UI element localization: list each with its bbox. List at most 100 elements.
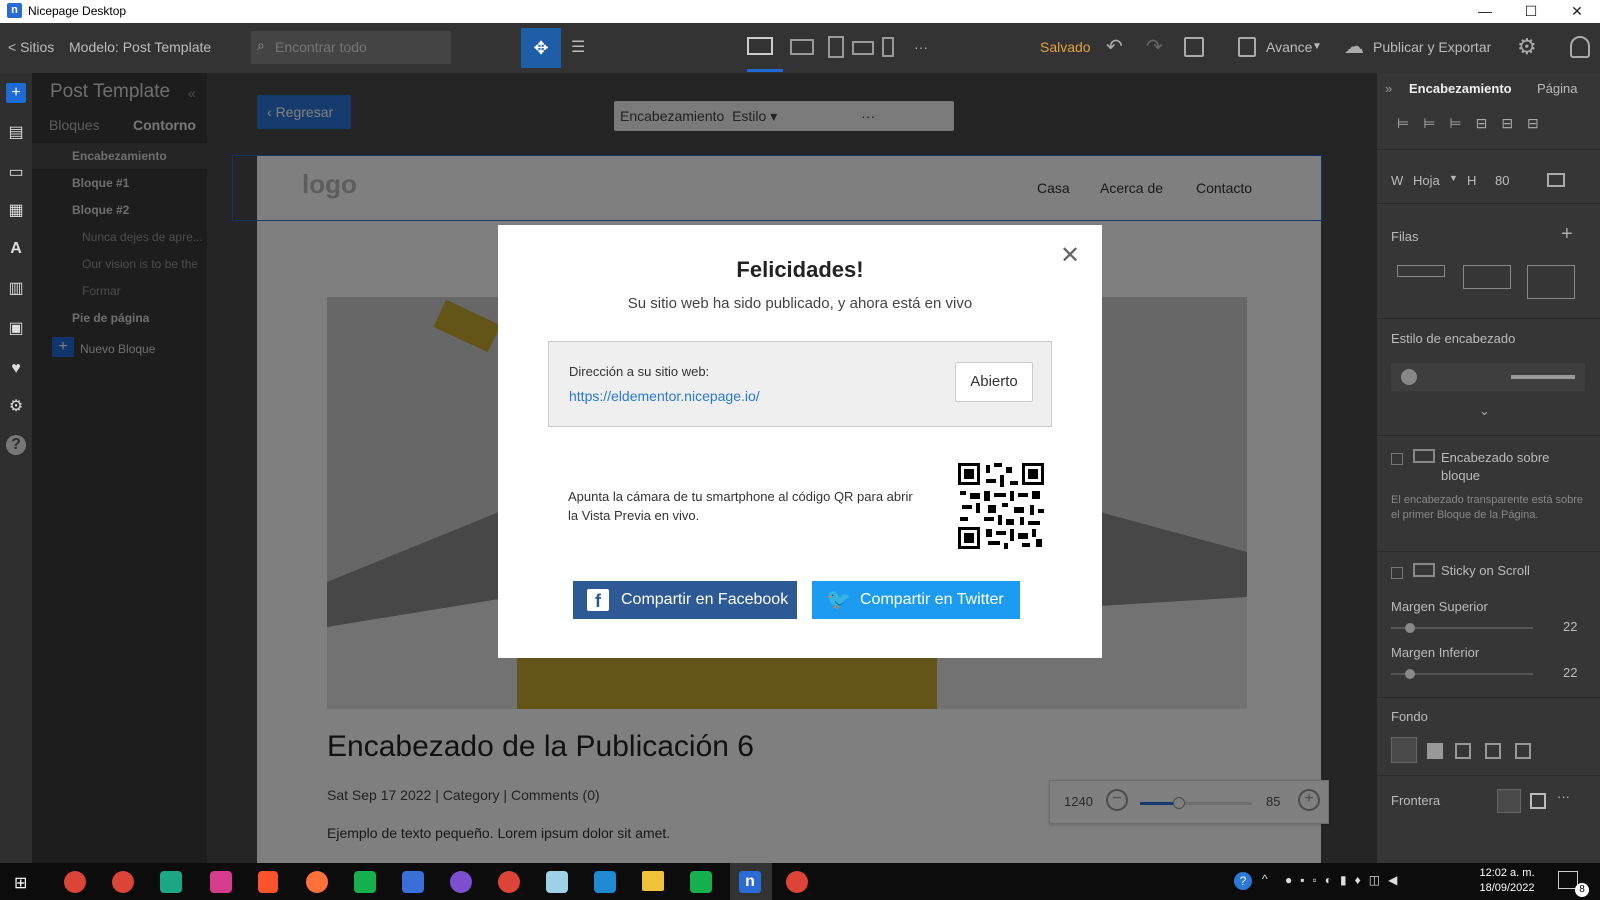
margin-bottom-handle[interactable] xyxy=(1405,669,1415,679)
row-layout-3[interactable] xyxy=(1527,265,1575,299)
border-solid-icon[interactable] xyxy=(1530,793,1546,809)
github-icon[interactable] xyxy=(450,871,472,893)
width-select[interactable]: Hoja xyxy=(1413,173,1440,188)
undo-icon[interactable]: ↶ xyxy=(1106,23,1123,73)
user-account-icon[interactable] xyxy=(1570,36,1590,58)
chrome-app-icon[interactable] xyxy=(498,871,520,893)
nicepage-taskbar-icon[interactable]: n xyxy=(739,871,761,893)
row-layout-1[interactable] xyxy=(1397,265,1445,277)
app-green2-icon[interactable] xyxy=(354,871,376,893)
bg-video-icon[interactable] xyxy=(1515,743,1531,759)
over-block-label[interactable]: Encabezado sobre bloque xyxy=(1441,449,1591,485)
blocks-icon[interactable]: ▦ xyxy=(6,201,26,221)
open-site-button[interactable]: Abierto xyxy=(955,362,1033,402)
responsive-height-icon[interactable] xyxy=(1547,173,1565,187)
width-dropdown-icon[interactable]: ▼ xyxy=(1449,173,1458,183)
settings-gear-icon[interactable]: ⚙ xyxy=(1517,23,1537,73)
height-input[interactable]: 80 xyxy=(1495,173,1509,188)
publish-export-button[interactable]: Publicar y Exportar xyxy=(1373,23,1491,73)
notification-count-badge: 8 xyxy=(1575,883,1589,897)
share-twitter-button[interactable]: 🐦 Compartir en Twitter xyxy=(812,581,1020,619)
qr-code-image xyxy=(958,463,1044,549)
brave-icon[interactable] xyxy=(258,871,278,893)
bg-color-icon[interactable] xyxy=(1427,743,1443,759)
search-input[interactable] xyxy=(275,39,445,55)
cloud-upload-icon[interactable]: ☁ xyxy=(1344,23,1364,73)
margin-bottom-value[interactable]: 22 xyxy=(1563,665,1577,680)
preview-button[interactable]: Avance xyxy=(1266,23,1312,73)
margin-top-value[interactable]: 22 xyxy=(1563,619,1577,634)
app-pink-icon[interactable] xyxy=(210,871,232,893)
chrome-icon[interactable] xyxy=(64,871,86,893)
qr-instructions: Apunta la cámara de tu smartphone al cód… xyxy=(568,489,913,523)
bg-gradient-icon[interactable] xyxy=(1455,743,1471,759)
favorites-heart-icon[interactable]: ♥ xyxy=(6,359,26,379)
rows-label: Filas xyxy=(1391,229,1419,244)
separator xyxy=(1377,203,1600,204)
layout-icon[interactable]: ▥ xyxy=(6,279,26,299)
tray-expand-icon[interactable]: ^ xyxy=(1262,872,1268,886)
sticky-label[interactable]: Sticky on Scroll xyxy=(1441,563,1530,578)
more-devices-icon[interactable]: ··· xyxy=(914,23,928,73)
margin-bottom-slider[interactable] xyxy=(1391,669,1533,679)
properties-panel: » Encabezamiento Página ⊨⊨⊨⊟⊟⊟ W Hoja ▼ … xyxy=(1377,73,1600,863)
bg-none-icon[interactable] xyxy=(1391,737,1417,763)
save-status-label: Salvado xyxy=(1040,39,1091,55)
layout-tool-icon[interactable]: ☰ xyxy=(571,37,593,57)
tablet-view-icon[interactable] xyxy=(828,36,844,58)
header-style-preview[interactable] xyxy=(1391,363,1585,391)
margin-top-slider[interactable] xyxy=(1391,623,1533,633)
windows-start-icon[interactable]: ⊞ xyxy=(14,873,32,892)
border-none-icon[interactable] xyxy=(1497,789,1521,813)
app-green3-icon[interactable] xyxy=(690,871,712,893)
redo-icon[interactable]: ↷ xyxy=(1146,23,1163,73)
close-window-icon[interactable]: ✕ xyxy=(1554,0,1600,23)
select-tool-icon[interactable]: ✥ xyxy=(521,28,561,68)
bg-image-icon[interactable] xyxy=(1485,743,1501,759)
site-url-link[interactable]: https://eldementor.nicepage.io/ xyxy=(569,388,760,404)
alignment-icons[interactable]: ⊨⊨⊨⊟⊟⊟ xyxy=(1397,115,1597,135)
firefox-icon[interactable] xyxy=(306,871,328,893)
chevron-down-icon[interactable]: ⌄ xyxy=(1479,403,1490,419)
app-green-icon[interactable] xyxy=(160,871,182,893)
vscode-icon[interactable] xyxy=(594,871,616,893)
settings-icon[interactable]: ⚙ xyxy=(6,397,26,417)
maximize-icon[interactable]: ☐ xyxy=(1508,0,1554,23)
tab-pagina[interactable]: Página xyxy=(1537,81,1577,96)
help-tray-icon[interactable]: ? xyxy=(1234,872,1252,890)
save-icon[interactable] xyxy=(1184,37,1204,57)
share-facebook-button[interactable]: f Compartir en Facebook xyxy=(573,581,797,619)
desktop-view-icon[interactable] xyxy=(747,37,773,55)
sticky-checkbox[interactable] xyxy=(1391,567,1403,579)
chrome-profile-icon[interactable] xyxy=(112,871,134,893)
pages-icon[interactable]: ▤ xyxy=(6,123,26,143)
row-layout-2[interactable] xyxy=(1463,265,1511,289)
margin-top-handle[interactable] xyxy=(1405,623,1415,633)
minimize-icon[interactable]: — xyxy=(1462,0,1508,23)
add-row-icon[interactable]: + xyxy=(1561,223,1573,246)
help-icon[interactable]: ? xyxy=(6,435,26,455)
typography-icon[interactable]: A xyxy=(6,239,26,259)
laptop-view-icon[interactable] xyxy=(790,39,814,55)
images-icon[interactable]: ▣ xyxy=(6,319,26,339)
preview-dropdown-icon[interactable]: ▼ xyxy=(1312,23,1322,73)
comments-icon[interactable]: ▭ xyxy=(6,163,26,183)
file-explorer-icon[interactable] xyxy=(642,871,664,891)
add-element-icon[interactable]: + xyxy=(6,83,26,103)
clock[interactable]: 12:02 a. m. 18/09/2022 xyxy=(1472,866,1542,896)
preview-icon[interactable] xyxy=(1238,37,1256,57)
phone-view-icon[interactable] xyxy=(882,37,894,57)
border-more-icon[interactable]: ··· xyxy=(1557,789,1570,804)
system-tray-icons[interactable]: ●▪▫◐▮♦◫◀ xyxy=(1285,873,1445,889)
chrome-app2-icon[interactable] xyxy=(786,871,808,893)
tablet-landscape-view-icon[interactable] xyxy=(852,41,874,55)
app-lightblue-icon[interactable] xyxy=(546,871,568,893)
back-to-sites-link[interactable]: < Sitios xyxy=(8,23,54,73)
over-block-checkbox[interactable] xyxy=(1391,453,1403,465)
app-blue-icon[interactable] xyxy=(402,871,424,893)
expand-panel-icon[interactable]: » xyxy=(1385,81,1392,96)
height-label: H xyxy=(1467,173,1477,188)
main-toolbar: < Sitios Modelo: Post Template ⌕ ✥ ☰ ···… xyxy=(0,23,1600,73)
tab-encabezamiento[interactable]: Encabezamiento xyxy=(1409,81,1512,96)
search-box[interactable]: ⌕ xyxy=(251,31,451,64)
